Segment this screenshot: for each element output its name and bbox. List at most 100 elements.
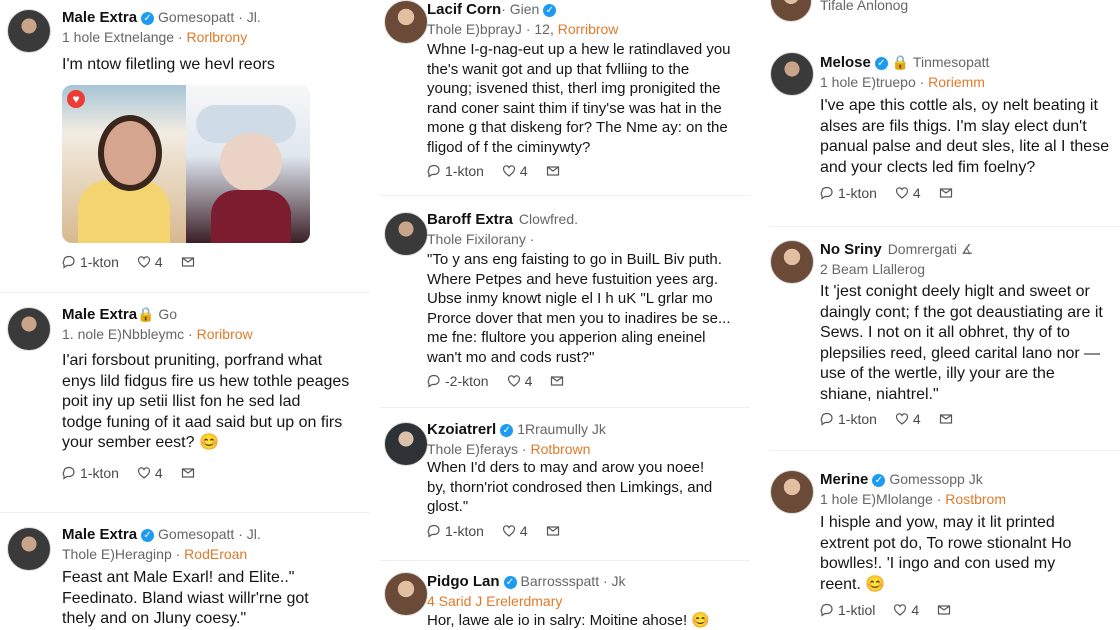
reply-action[interactable]: 1-kton	[427, 523, 484, 539]
mail-action[interactable]	[546, 524, 560, 538]
person-face	[98, 115, 162, 191]
mail-action[interactable]	[550, 374, 564, 388]
mail-icon	[181, 468, 194, 478]
user-name[interactable]: Merine	[820, 471, 868, 488]
reply-action[interactable]: 1-kton	[62, 465, 119, 481]
top-fragment-text: Tifale Anlonog	[820, 0, 909, 13]
mail-action[interactable]	[939, 186, 953, 200]
avatar[interactable]	[384, 572, 428, 616]
post-text: I've ape this cottle als, oy nelt beatin…	[820, 97, 1110, 176]
handle-time: Gomessopp Jk	[889, 471, 983, 487]
heart-icon[interactable]: ♥	[67, 90, 85, 108]
handle-time: 1Rraumully Jk	[517, 421, 606, 437]
mail-action[interactable]	[939, 412, 953, 426]
photo-right	[186, 85, 310, 243]
meta-accent[interactable]: RodEroan	[184, 546, 247, 562]
user-name[interactable]: Melose	[820, 54, 871, 71]
user-name[interactable]: Baroff Extra	[427, 211, 513, 228]
mail-icon	[546, 526, 559, 536]
avatar[interactable]	[770, 0, 812, 22]
user-name[interactable]: No Sriny	[820, 241, 882, 258]
avatar[interactable]	[384, 422, 428, 466]
avatar[interactable]	[770, 52, 814, 96]
post-actions: 1-kton 4	[62, 254, 195, 270]
user-name[interactable]: Male Extra	[62, 526, 137, 543]
post-9: No Sriny Domrergati ∡ 2 Beam Llallerog It…	[770, 236, 1120, 436]
heart-outline-icon	[895, 413, 909, 425]
reply-count: -2-kton	[445, 373, 489, 389]
user-name[interactable]: Kzoiatrerl	[427, 421, 496, 438]
reply-action[interactable]: 1-ktiol	[820, 602, 875, 618]
like-action[interactable]: 4	[137, 465, 163, 481]
heart-outline-icon	[137, 467, 151, 479]
meta-accent[interactable]: Rotbrown	[530, 441, 590, 457]
reply-action[interactable]: 1-kton	[427, 163, 484, 179]
avatar[interactable]	[384, 212, 428, 256]
user-name[interactable]: Male Extra	[62, 306, 137, 323]
verified-icon: ✓	[874, 56, 888, 70]
like-action[interactable]: 4	[502, 523, 528, 539]
reply-action[interactable]: 1-kton	[820, 185, 877, 201]
like-count: 4	[911, 602, 920, 618]
reply-count: 1-kton	[80, 465, 119, 481]
handle-time: 🔒 Go	[137, 306, 178, 322]
post-actions: 1-kton 4	[820, 411, 953, 427]
post-10: Merine ✓ Gomessopp Jk 1 hole E)Mlolange · …	[770, 466, 1120, 630]
avatar[interactable]	[7, 9, 51, 53]
handle-time: Barrossspatt · Jk	[520, 573, 626, 589]
avatar[interactable]	[7, 527, 51, 571]
meta-accent[interactable]: Roriemm	[928, 74, 985, 90]
meta-pre: 2 Beam Llallerog	[820, 261, 926, 277]
reply-icon	[62, 255, 75, 269]
reply-action[interactable]: 1-kton	[820, 411, 877, 427]
meta-accent[interactable]: Rorlbrony	[187, 29, 248, 45]
handle-time: Domrergati ∡	[887, 241, 974, 257]
like-action[interactable]: 4	[137, 254, 163, 270]
mail-action[interactable]	[181, 466, 195, 480]
meta-pre: Thole E)bprayJ · 12,	[427, 21, 558, 37]
meta-accent[interactable]: Rorribrow	[558, 21, 619, 37]
like-action[interactable]: 4	[893, 602, 919, 618]
post-image[interactable]: ♥	[62, 85, 310, 243]
like-action[interactable]: 4	[895, 411, 921, 427]
like-count: 4	[154, 465, 163, 481]
user-name[interactable]: Lacif Corn	[427, 1, 501, 18]
meta-accent[interactable]: Roribrow	[197, 326, 253, 342]
verified-icon: ✓	[872, 473, 886, 487]
post-meta: Melose ✓ 🔒 Tinmesopatt 1 hole E)truepo · R…	[820, 53, 989, 91]
meta-pre: 1 hole E)Mlolange ·	[820, 491, 946, 507]
meta-accent[interactable]: Rostbrom	[945, 491, 1006, 507]
mail-action[interactable]	[546, 164, 560, 178]
reply-action[interactable]: 1-kton	[62, 254, 119, 270]
reply-count: 1-kton	[445, 523, 484, 539]
avatar[interactable]	[770, 240, 814, 284]
handle-time: · Gien	[501, 1, 540, 17]
divider	[380, 560, 750, 561]
reply-icon	[62, 466, 75, 480]
reply-count: 1-ktiol	[838, 602, 876, 618]
reply-action[interactable]: -2-kton	[427, 373, 489, 389]
avatar[interactable]	[7, 307, 51, 351]
handle-time: Clowfred.	[518, 211, 578, 227]
like-count: 4	[524, 373, 533, 389]
verified-icon: ✓	[141, 11, 155, 25]
like-action[interactable]: 4	[507, 373, 533, 389]
user-name[interactable]: Male Extra	[62, 9, 137, 26]
meta-pre: Thole E)ferays ·	[427, 441, 531, 457]
like-action[interactable]: 4	[502, 163, 528, 179]
avatar[interactable]	[770, 470, 814, 514]
like-action[interactable]: 4	[895, 185, 921, 201]
reply-icon	[820, 603, 833, 617]
post-3: Male Extra ✓ Gomesopatt · Jl. Thole E)Hera…	[0, 525, 370, 630]
heart-outline-icon	[137, 256, 151, 268]
baby-clothes	[211, 190, 291, 243]
avatar[interactable]	[384, 0, 428, 44]
post-meta: Male Extra ✓ Gomesopatt · Jl. 1 hole Extne…	[62, 8, 261, 46]
mail-action[interactable]	[937, 603, 951, 617]
verified-icon: ✓	[543, 3, 557, 17]
mail-icon	[938, 605, 951, 615]
post-actions: -2-kton 4	[427, 373, 564, 389]
mail-action[interactable]	[181, 255, 195, 269]
post-text: "To y ans eng faisting to go in BuilL Bi…	[427, 251, 731, 366]
user-name[interactable]: Pidgo Lan	[427, 573, 500, 590]
